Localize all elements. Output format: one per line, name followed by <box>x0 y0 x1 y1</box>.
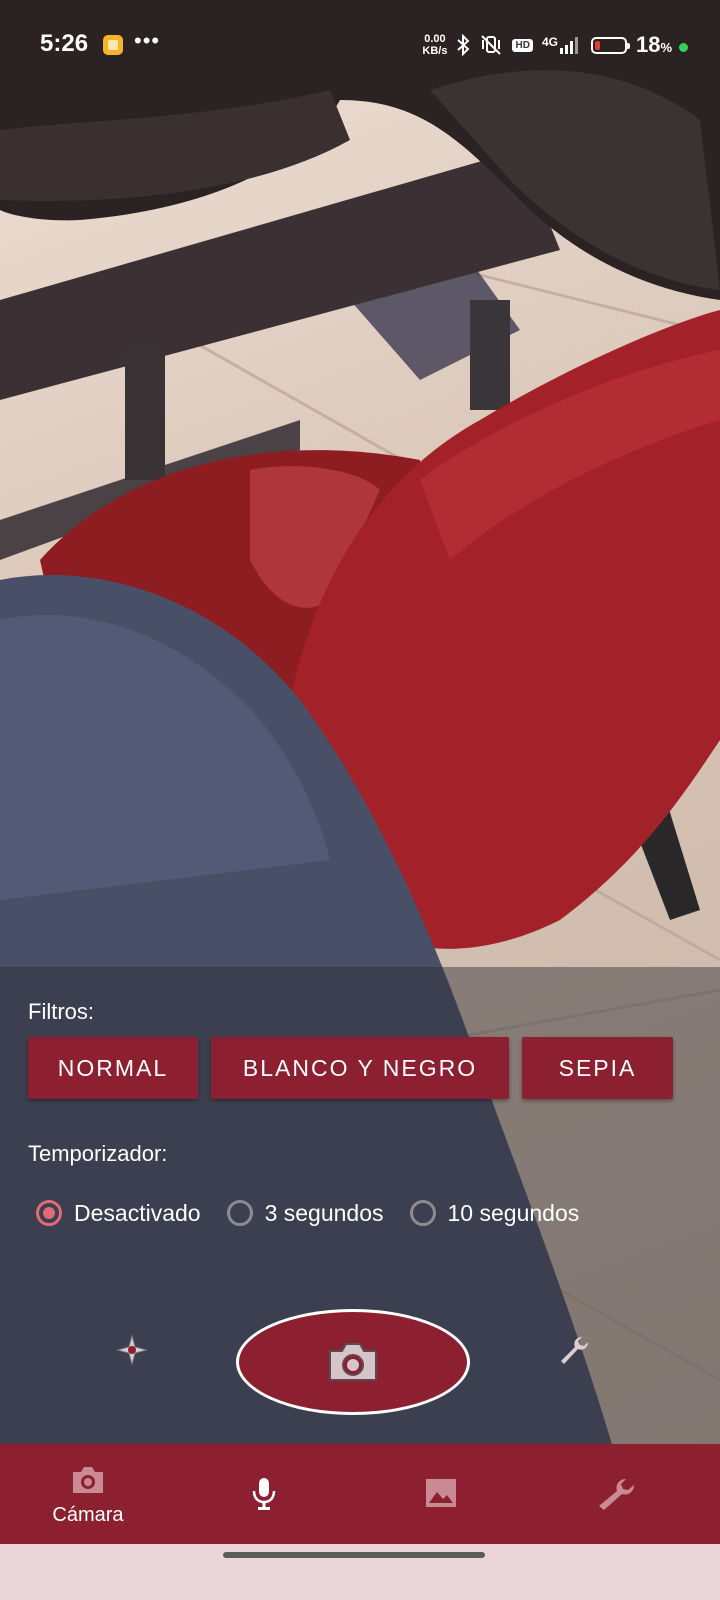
signal-bars-icon <box>559 37 578 54</box>
status-indicators: 0.00 KB/s HD 4G 18% <box>422 30 688 60</box>
filter-sepia-button[interactable]: SEPIA <box>522 1037 673 1099</box>
camera-screen: 5:26 ••• 0.00 KB/s HD 4G 18% Filtros: NO… <box>0 0 720 1600</box>
network-speed: 0.00 KB/s <box>422 33 447 57</box>
privacy-indicator-dot <box>679 43 688 52</box>
battery-percent-value: 18 <box>635 32 661 57</box>
battery-percentage: 18% <box>635 32 688 58</box>
hd-voice-badge: HD <box>512 38 533 52</box>
battery-level <box>594 40 600 50</box>
more-notifications-icon: ••• <box>134 28 161 53</box>
notes-app-icon <box>103 35 123 55</box>
image-icon <box>426 1479 456 1507</box>
battery-percent-sign: % <box>660 40 672 55</box>
network-speed-value: 0.00 <box>424 33 446 45</box>
timer-option-label[interactable]: Desactivado <box>74 1200 201 1227</box>
wrench-icon <box>599 1479 634 1510</box>
timer-option-label[interactable]: 3 segundos <box>265 1200 384 1227</box>
nav-item-settings[interactable] <box>560 1444 680 1544</box>
radio-unchecked-icon[interactable] <box>409 1200 436 1226</box>
filter-black-white-button[interactable]: BLANCO Y NEGRO <box>211 1037 509 1099</box>
timer-option-label[interactable]: 10 segundos <box>448 1200 580 1227</box>
battery-icon <box>590 36 630 54</box>
microphone-icon <box>252 1478 276 1510</box>
bluetooth-icon <box>457 34 470 56</box>
filter-normal-button[interactable]: NORMAL <box>28 1037 198 1099</box>
gesture-navigation-area <box>0 1544 720 1600</box>
camera-icon <box>73 1467 103 1493</box>
camera-icon <box>329 1343 377 1381</box>
gesture-handle[interactable] <box>223 1552 485 1558</box>
shutter-button[interactable] <box>236 1309 470 1415</box>
nav-item-camera[interactable]: Cámara <box>0 1444 176 1544</box>
timer-option-10s[interactable]: 10 segundos <box>409 1200 580 1227</box>
wrench-icon[interactable] <box>558 1334 590 1366</box>
nav-label-camera: Cámara <box>52 1504 124 1526</box>
nav-item-microphone[interactable] <box>206 1444 326 1544</box>
network-speed-unit: KB/s <box>422 45 448 57</box>
bottom-navigation: Cámara <box>0 1444 720 1544</box>
vibrate-silent-icon <box>481 35 502 55</box>
status-time: 5:26 <box>40 30 89 57</box>
timer-label: Temporizador: <box>28 1141 168 1166</box>
timer-radio-group: Desactivado 3 segundos 10 segundos <box>36 1195 605 1231</box>
timer-option-3s[interactable]: 3 segundos <box>226 1200 384 1227</box>
nav-item-gallery[interactable] <box>383 1444 503 1544</box>
radio-checked-icon[interactable] <box>36 1200 62 1226</box>
cellular-signal: 4G <box>542 36 582 54</box>
radio-unchecked-icon[interactable] <box>226 1200 253 1226</box>
compass-icon[interactable] <box>116 1334 148 1366</box>
status-bar: 5:26 ••• 0.00 KB/s HD 4G 18% <box>0 0 720 92</box>
camera-controls-panel: Filtros: NORMAL BLANCO Y NEGRO SEPIA Tem… <box>0 967 720 1472</box>
timer-option-off[interactable]: Desactivado <box>36 1200 201 1227</box>
network-type: 4G <box>541 35 558 49</box>
filters-label: Filtros: <box>28 999 94 1024</box>
